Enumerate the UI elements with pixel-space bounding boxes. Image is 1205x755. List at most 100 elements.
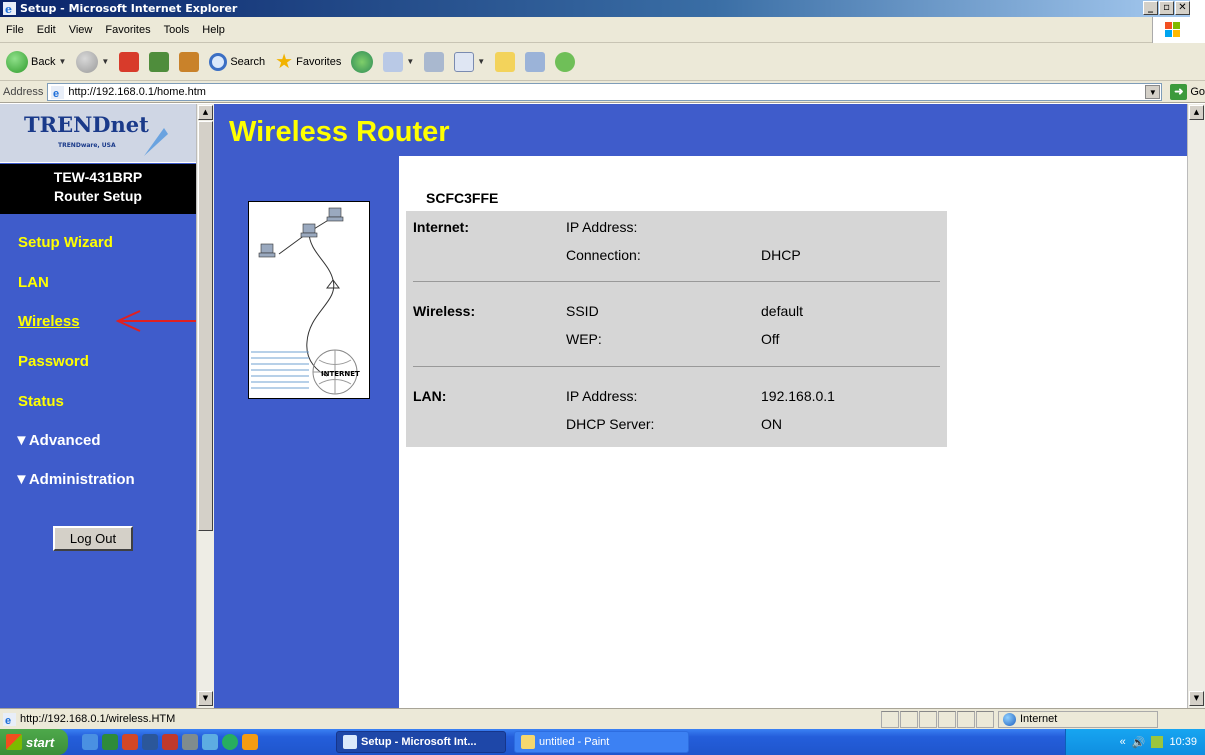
task-internet-explorer[interactable]: Setup - Microsoft Int... — [336, 731, 506, 753]
research-icon — [525, 51, 546, 72]
status-bar: e http://192.168.0.1/wireless.HTM Intern… — [0, 708, 1205, 729]
home-icon — [179, 51, 200, 72]
mail-button[interactable]: ▼ — [381, 47, 416, 77]
address-input[interactable]: e http://192.168.0.1/home.htm ▼ — [47, 82, 1163, 101]
chevron-down-icon[interactable]: ▼ — [1145, 84, 1161, 99]
internet-connection-value: DHCP — [761, 247, 801, 263]
chevron-down-icon[interactable]: ▼ — [58, 57, 66, 66]
wireless-ssid-value: default — [761, 303, 804, 319]
menu-help[interactable]: Help — [202, 24, 225, 36]
network-icon[interactable] — [1151, 736, 1164, 748]
scroll-up-icon[interactable]: ▲ — [1189, 105, 1204, 120]
nav-administration[interactable]: ▼Administration — [14, 471, 135, 488]
router-setup-label: Router Setup — [54, 188, 142, 204]
logo-subtitle: TRENDware, USA — [58, 142, 116, 149]
nav-status[interactable]: Status — [18, 393, 64, 410]
clock: 10:39 — [1169, 736, 1197, 748]
restore-button[interactable]: ▫ — [1159, 1, 1174, 15]
minimize-button[interactable]: _ — [1143, 1, 1158, 15]
paint-icon — [521, 735, 535, 749]
menu-favorites[interactable]: Favorites — [105, 24, 150, 36]
status-url: http://192.168.0.1/wireless.HTM — [20, 713, 176, 725]
security-zone: Internet — [998, 710, 1158, 728]
page-icon: e — [3, 713, 16, 726]
logo-swoosh-icon — [144, 128, 168, 156]
refresh-icon — [149, 51, 170, 72]
close-button[interactable]: ✕ — [1175, 1, 1190, 15]
scroll-up-icon[interactable]: ▲ — [198, 105, 213, 120]
status-pane — [919, 710, 937, 728]
internet-explorer-icon: e — [3, 2, 16, 15]
globe-icon — [1003, 712, 1016, 726]
windows-logo-icon — [1152, 17, 1190, 43]
address-url: http://192.168.0.1/home.htm — [68, 85, 206, 98]
scroll-down-icon[interactable]: ▼ — [198, 691, 213, 706]
left-scrollbar[interactable]: ▲ ▼ — [196, 104, 214, 708]
app-icon[interactable] — [242, 734, 258, 750]
ie-launch-icon[interactable] — [82, 734, 98, 750]
system-tray: « 🔊 10:39 — [1065, 729, 1205, 755]
research-button[interactable] — [523, 47, 547, 77]
lan-dhcp-label: DHCP Server: — [566, 416, 655, 432]
nav-setup-wizard[interactable]: Setup Wizard — [18, 234, 113, 251]
edit-button[interactable]: ▼ — [452, 47, 487, 77]
internet-ip-label: IP Address: — [566, 219, 638, 235]
home-button[interactable] — [177, 47, 201, 77]
nav-lan[interactable]: LAN — [18, 274, 49, 291]
left-nav-frame: TRENDnet TRENDware, USA TEW-431BRP Route… — [0, 104, 214, 708]
printer-icon — [424, 51, 445, 72]
volume-icon[interactable]: 🔊 — [1132, 736, 1146, 749]
word-icon[interactable] — [142, 734, 158, 750]
back-button[interactable]: Back ▼ — [4, 47, 68, 77]
menu-tools[interactable]: Tools — [164, 24, 190, 36]
window-titlebar: e Setup - Microsoft Internet Explorer _ … — [0, 0, 1190, 17]
history-icon — [351, 50, 374, 73]
powerpoint-icon[interactable] — [122, 734, 138, 750]
task-paint[interactable]: untitled - Paint — [514, 731, 689, 753]
nav-wireless[interactable]: Wireless — [18, 313, 80, 330]
app-icon[interactable] — [162, 734, 178, 750]
toolbar: Back ▼ ▼ Search ★ Favorites ▼ ▼ — [0, 43, 1205, 81]
chevron-left-icon[interactable]: « — [1120, 736, 1126, 748]
section-lan: LAN: — [413, 388, 447, 404]
go-arrow-icon: ➜ — [1170, 83, 1188, 100]
forward-button[interactable]: ▼ — [74, 47, 111, 77]
menu-view[interactable]: View — [69, 24, 93, 36]
lan-ip-value: 192.168.0.1 — [761, 388, 835, 404]
stop-button[interactable] — [117, 47, 141, 77]
chevron-down-icon[interactable]: ▼ — [101, 57, 109, 66]
folder-button[interactable] — [493, 47, 517, 77]
menu-file[interactable]: File — [6, 24, 24, 36]
nav-advanced[interactable]: ▼Advanced — [14, 432, 101, 449]
lan-ip-label: IP Address: — [566, 388, 638, 404]
scroll-down-icon[interactable]: ▼ — [1189, 691, 1204, 706]
search-label: Search — [230, 55, 266, 68]
refresh-button[interactable] — [147, 47, 171, 77]
print-button[interactable] — [422, 47, 446, 77]
nav-password[interactable]: Password — [18, 353, 89, 370]
go-button[interactable]: ➜ Go — [1170, 83, 1205, 100]
logout-button[interactable]: Log Out — [53, 526, 133, 551]
media-icon[interactable] — [222, 734, 238, 750]
red-arrow-annotation — [115, 310, 196, 332]
app-icon[interactable] — [182, 734, 198, 750]
trendnet-logo: TRENDnet — [24, 112, 149, 137]
excel-icon[interactable] — [102, 734, 118, 750]
menu-edit[interactable]: Edit — [37, 24, 56, 36]
messenger-button[interactable] — [553, 47, 577, 77]
start-button[interactable]: start — [0, 729, 68, 755]
task-label: Setup - Microsoft Int... — [361, 736, 477, 748]
search-button[interactable]: Search — [207, 47, 267, 77]
lan-dhcp-value: ON — [761, 416, 782, 432]
app-icon[interactable] — [202, 734, 218, 750]
scroll-thumb[interactable] — [198, 121, 213, 531]
favorites-button[interactable]: ★ Favorites — [273, 47, 343, 77]
history-button[interactable] — [349, 47, 375, 77]
right-scrollbar[interactable]: ▲ ▼ — [1187, 104, 1205, 708]
section-wireless: Wireless: — [413, 303, 476, 319]
page-icon: e — [51, 85, 65, 99]
chevron-down-icon[interactable]: ▼ — [406, 57, 414, 66]
svg-text:e: e — [53, 88, 59, 99]
chevron-down-icon[interactable]: ▼ — [477, 57, 485, 66]
status-table: Internet: IP Address: Connection: DHCP W… — [406, 211, 947, 447]
